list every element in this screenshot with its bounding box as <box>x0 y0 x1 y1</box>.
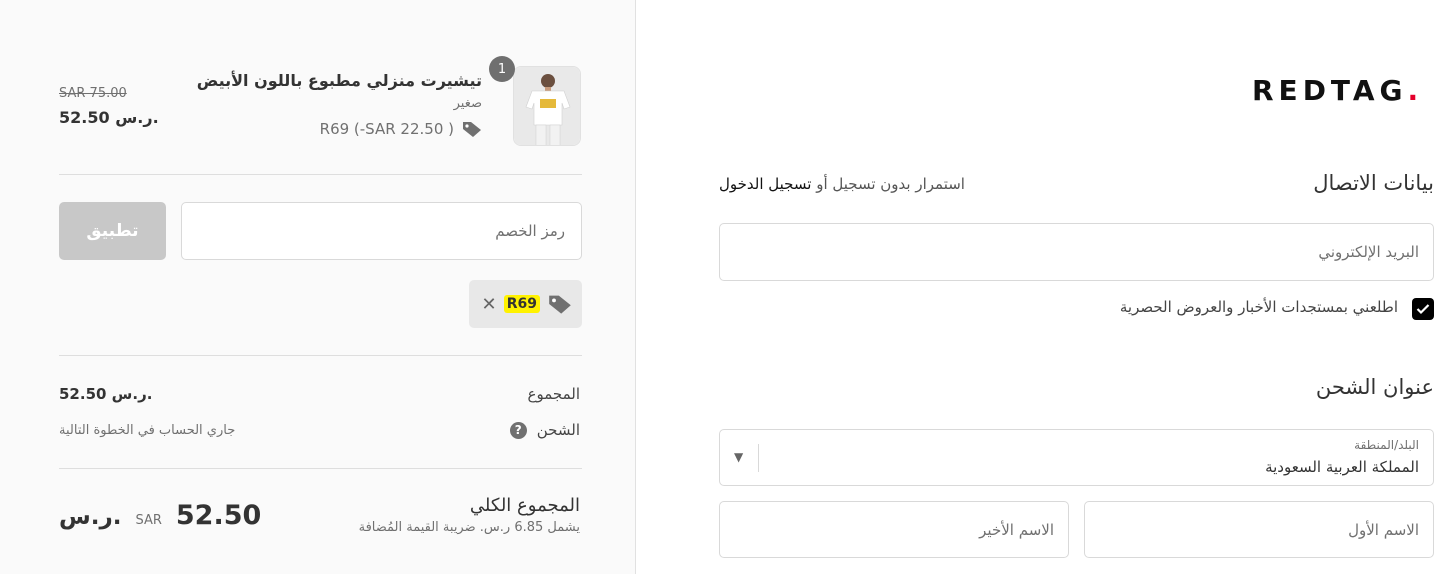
chevron-down-icon: ▼ <box>734 450 744 464</box>
subtotal-value: 52.50 ر.س. <box>59 385 153 403</box>
applied-discount-chip: ✕ R69 <box>469 280 582 328</box>
country-select[interactable]: البلد/المنطقة المملكة العربية السعودية ▼ <box>719 429 1434 486</box>
country-label: البلد/المنطقة <box>1354 438 1419 452</box>
total-label: المجموع الكلي <box>469 495 580 516</box>
contact-section-title: بيانات الاتصال <box>1313 171 1434 195</box>
total-value: 52.50 <box>175 500 262 531</box>
quantity-badge: 1 <box>489 56 515 82</box>
country-value: المملكة العربية السعودية <box>1265 458 1419 476</box>
email-field[interactable]: البريد الإلكتروني <box>719 223 1434 281</box>
subtotal-label: المجموع <box>527 385 580 403</box>
product-discount: R69 (-SAR 22.50 ) <box>320 120 482 138</box>
shipping-row: الشحن ? <box>509 421 580 439</box>
tax-note: يشمل 6.85 ر.س. ضريبة القيمة المُضافة <box>358 520 580 535</box>
discounted-price: 52.50 ر.س. <box>59 108 159 127</box>
login-link[interactable]: تسجيل الدخول <box>719 175 811 193</box>
select-divider <box>758 444 759 472</box>
tag-icon <box>549 295 571 314</box>
last-name-field[interactable]: الاسم الأخير <box>719 501 1069 558</box>
total-amount: ر.س. SAR 52.50 <box>59 500 261 531</box>
product-discount-text: R69 (-SAR 22.50 ) <box>319 120 454 138</box>
product-image <box>514 67 580 145</box>
login-hint: استمرار بدون تسجيل أو تسجيل الدخول <box>719 175 965 193</box>
tag-icon <box>463 122 481 137</box>
discount-code-input[interactable]: رمز الخصم <box>181 202 582 260</box>
product-thumbnail <box>513 66 581 146</box>
apply-discount-button[interactable]: تطبيق <box>59 202 166 260</box>
shipping-value: جاري الحساب في الخطوة التالية <box>59 423 236 438</box>
divider <box>59 174 582 175</box>
newsletter-checkbox[interactable] <box>1412 298 1434 320</box>
product-title: تيشيرت منزلي مطبوع باللون الأبيض <box>196 71 482 90</box>
divider <box>59 355 582 356</box>
first-name-field[interactable]: الاسم الأول <box>1084 501 1434 558</box>
close-icon[interactable]: ✕ <box>479 294 499 315</box>
newsletter-label: اطلعني بمستجدات الأخبار والعروض الحصرية <box>1119 298 1398 316</box>
shipping-section-title: عنوان الشحن <box>1315 375 1434 399</box>
help-icon[interactable]: ? <box>509 421 527 439</box>
checkmark-icon <box>1416 304 1430 315</box>
product-size: صغير <box>453 96 482 111</box>
shipping-label: الشحن <box>536 421 580 439</box>
total-currency-code: SAR <box>135 513 162 528</box>
brand-logo[interactable]: REDTAG. <box>1252 74 1423 107</box>
total-currency-ar: ر.س. <box>59 504 122 530</box>
order-summary: 1 تيشيرت منزلي مطبوع باللون الأبيض صغير … <box>0 0 636 574</box>
original-price: SAR 75.00 <box>59 86 127 101</box>
divider <box>59 468 582 469</box>
applied-code: R69 <box>503 295 540 313</box>
